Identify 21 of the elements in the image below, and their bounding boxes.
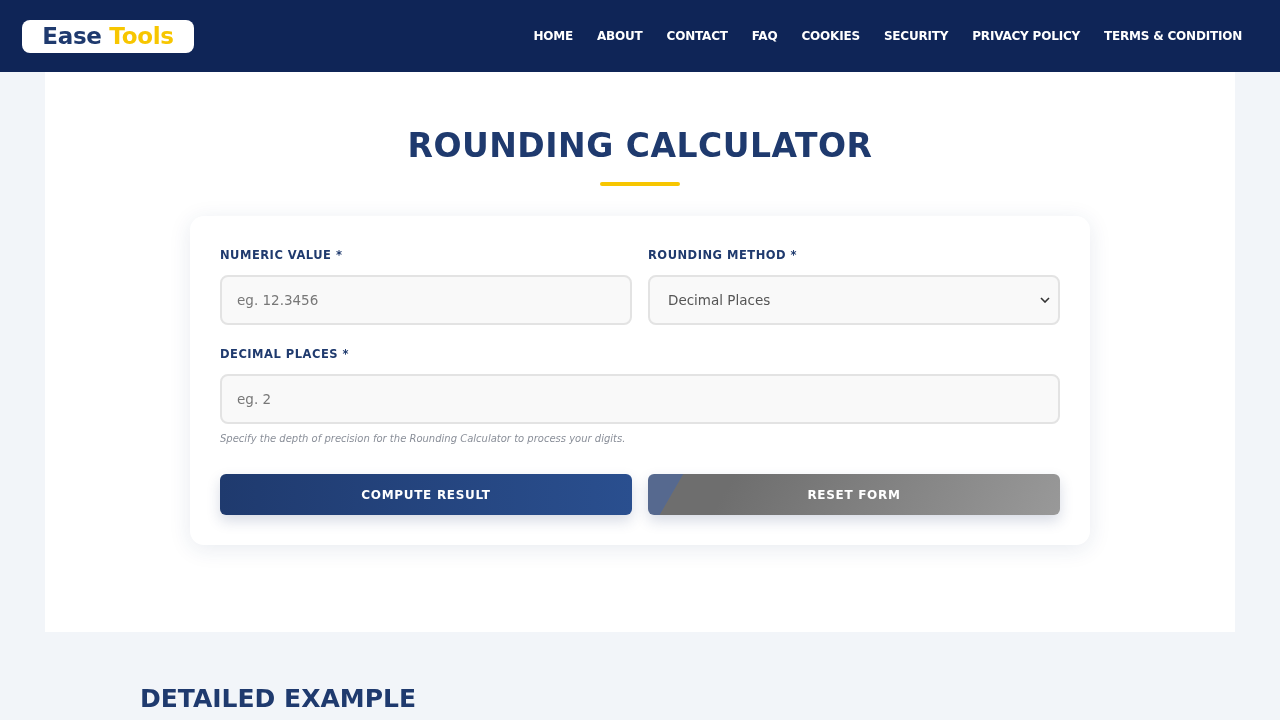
chevron-down-icon <box>1040 297 1050 303</box>
nav-link[interactable]: SECURITY <box>883 29 949 43</box>
nav-link[interactable]: CONTACT <box>666 29 728 43</box>
field-label: ROUNDING METHOD * <box>648 247 798 264</box>
rounding-method-select[interactable]: Decimal Places <box>648 275 1060 325</box>
nav-link[interactable]: PRIVACY POLICY <box>972 29 1080 43</box>
field-label: NUMERIC VALUE * <box>220 247 343 264</box>
nav-link[interactable]: HOME <box>533 29 573 43</box>
field-hint: Specify the depth of precision for the Rounding Calculator to process your digits. <box>220 432 626 446</box>
nav-link[interactable]: COOKIES <box>801 29 860 43</box>
page-title: ROUNDING CALCULATOR <box>407 125 873 167</box>
reset-button[interactable]: RESET FORM <box>648 474 1060 515</box>
section-heading: DETAILED EXAMPLE <box>140 683 417 715</box>
logo[interactable]: Ease Tools <box>22 19 194 53</box>
input-field[interactable]: eg. 12.3456 <box>220 275 632 325</box>
nav-link[interactable]: ABOUT <box>596 29 643 43</box>
nav-link[interactable]: FAQ <box>751 29 778 43</box>
field-label: DECIMAL PLACES * <box>220 346 350 363</box>
input-field[interactable]: eg. 2 <box>220 374 1060 424</box>
compute-button[interactable]: COMPUTE RESULT <box>220 474 632 515</box>
nav-link[interactable]: TERMS & CONDITION <box>1104 29 1242 43</box>
